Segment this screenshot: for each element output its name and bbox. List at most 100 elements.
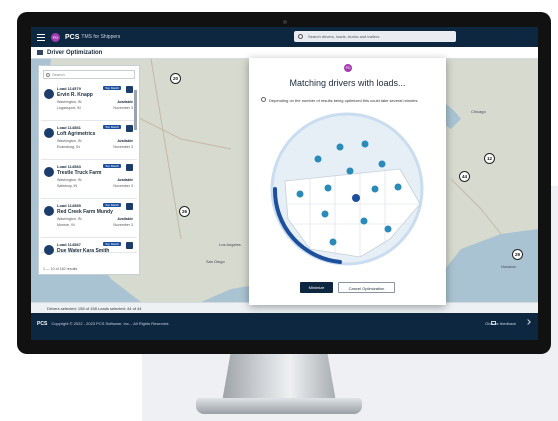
load-card[interactable]: Load 114587 Due Water Kara Smith Top Mat… bbox=[41, 239, 137, 255]
match-badge: Top Match bbox=[103, 125, 121, 129]
minimize-button[interactable]: Minimize bbox=[300, 282, 333, 293]
app-logo: PCS bbox=[65, 33, 80, 41]
load-card[interactable]: Load 114581 Loft Agrimetrics Top Match W… bbox=[41, 122, 137, 160]
modal-title: Matching drivers with loads... bbox=[289, 78, 406, 88]
menu-icon[interactable] bbox=[37, 33, 45, 41]
map-cluster-marker[interactable]: 20 bbox=[170, 73, 181, 84]
location-dot-icon bbox=[394, 183, 402, 191]
truck-hub-icon bbox=[352, 194, 360, 202]
feedback-link[interactable]: Give us feedback bbox=[485, 321, 516, 326]
search-icon bbox=[46, 73, 50, 77]
truck-icon bbox=[37, 50, 43, 55]
origin-text: Washington, IN bbox=[57, 139, 82, 143]
location-dot-icon bbox=[384, 225, 392, 233]
load-origin-row: Washington, IN Available bbox=[57, 100, 137, 104]
map-cluster-marker[interactable]: 44 bbox=[459, 171, 470, 182]
load-origin-row: Washington, IN Available bbox=[57, 139, 137, 143]
destination-text: Logansport, IN bbox=[57, 106, 81, 110]
location-dot-icon bbox=[378, 160, 386, 168]
panel-search-input[interactable]: Search bbox=[43, 70, 135, 79]
load-destination-row: Evansburg, IN November 3 bbox=[57, 145, 137, 149]
availability-text: Available bbox=[117, 178, 133, 182]
truck-avatar-icon bbox=[44, 167, 54, 177]
load-driver-name: Ervin R. Knapp bbox=[57, 92, 93, 98]
truck-avatar-icon bbox=[44, 245, 54, 255]
modal-user-badge: PD bbox=[344, 64, 352, 72]
camera-icon bbox=[283, 20, 287, 24]
monitor-stand-base bbox=[196, 398, 362, 414]
select-checkbox[interactable] bbox=[126, 203, 133, 210]
modal-note: Depending on the number of results being… bbox=[269, 98, 418, 103]
select-checkbox[interactable] bbox=[126, 86, 133, 93]
load-card[interactable]: Load 114583 Trestle Truck Farm Top Match… bbox=[41, 161, 137, 199]
product-name: TMS for Shippers bbox=[81, 34, 121, 40]
load-origin-row: Washington, IN Available bbox=[57, 217, 137, 221]
truck-avatar-icon bbox=[44, 128, 54, 138]
destination-text: Evansburg, IN bbox=[57, 145, 80, 149]
app-screen: PD PCS TMS for Shippers Search drivers, … bbox=[31, 27, 538, 340]
copyright-text: Copyright © 2022 - 2023 PCS Software, In… bbox=[51, 321, 170, 326]
app-footer: PCS Copyright © 2022 - 2023 PCS Software… bbox=[31, 313, 538, 340]
map-label-san-diego: San Diego bbox=[206, 259, 225, 264]
map-cluster-marker[interactable]: 12 bbox=[484, 153, 495, 164]
load-id: Load 114579 bbox=[57, 86, 81, 91]
chevron-up-icon[interactable] bbox=[525, 319, 531, 325]
load-driver-name: Due Water Kara Smith bbox=[57, 248, 110, 254]
map-cluster-marker[interactable]: 26 bbox=[179, 206, 190, 217]
load-card[interactable]: Load 114579 Ervin R. Knapp Top Match Was… bbox=[41, 83, 137, 121]
load-destination-row: Monroe, IN November 3 bbox=[57, 223, 137, 227]
location-dot-icon bbox=[360, 217, 368, 225]
match-badge: Top Match bbox=[103, 86, 121, 90]
copyright-line: PCS Copyright © 2022 - 2023 PCS Software… bbox=[37, 321, 170, 327]
monitor-stand-neck bbox=[222, 350, 336, 402]
truck-avatar-icon bbox=[44, 206, 54, 216]
panel-scrollbar[interactable] bbox=[134, 90, 137, 130]
footer-logo: PCS bbox=[37, 321, 48, 327]
origin-text: Washington, IN bbox=[57, 178, 82, 182]
date-text: November 3 bbox=[113, 145, 133, 149]
pagination-text: 1 — 10 of 182 results bbox=[43, 267, 78, 271]
truck-avatar-icon bbox=[44, 89, 54, 99]
select-checkbox[interactable] bbox=[126, 242, 133, 249]
page-title: Driver Optimization bbox=[47, 49, 103, 56]
load-id: Load 114581 bbox=[57, 125, 81, 130]
origin-text: Washington, IN bbox=[57, 217, 82, 221]
destination-text: Salisbury, IN bbox=[57, 184, 78, 188]
availability-text: Available bbox=[117, 217, 133, 221]
select-checkbox[interactable] bbox=[126, 164, 133, 171]
load-origin-row: Washington, IN Available bbox=[57, 178, 137, 182]
cancel-optimization-button[interactable]: Cancel Optimization bbox=[338, 282, 395, 293]
load-id: Load 114583 bbox=[57, 164, 81, 169]
match-badge: Top Match bbox=[103, 242, 121, 246]
select-checkbox[interactable] bbox=[126, 125, 133, 132]
location-dot-icon bbox=[346, 167, 354, 175]
map-cluster-marker[interactable]: 29 bbox=[512, 249, 523, 260]
load-driver-name: Red Creek Farm Mundy bbox=[57, 209, 113, 215]
match-badge: Top Match bbox=[103, 164, 121, 168]
global-search-input[interactable]: Search drivers, loads, trucks and traile… bbox=[294, 31, 456, 42]
load-destination-row: Logansport, IN November 3 bbox=[57, 106, 137, 110]
availability-text: Available bbox=[117, 100, 133, 104]
map-label-los-angeles: Los Angeles bbox=[219, 242, 241, 247]
location-dot-icon bbox=[324, 184, 332, 192]
optimization-modal: PD Matching drivers with loads... Depend… bbox=[249, 58, 446, 305]
matching-globe-illustration bbox=[270, 112, 424, 266]
global-search-placeholder: Search drivers, loads, trucks and traile… bbox=[308, 34, 380, 39]
location-dot-icon bbox=[314, 155, 322, 163]
map-label-houston: Houston bbox=[501, 264, 516, 269]
search-icon bbox=[298, 34, 303, 39]
date-text: November 3 bbox=[113, 184, 133, 188]
load-destination-row: Salisbury, IN November 3 bbox=[57, 184, 137, 188]
load-id: Load 114585 bbox=[57, 203, 81, 208]
load-id: Load 114587 bbox=[57, 242, 81, 247]
load-card[interactable]: Load 114585 Red Creek Farm Mundy Top Mat… bbox=[41, 200, 137, 238]
user-badge[interactable]: PD bbox=[51, 32, 60, 42]
location-dot-icon bbox=[371, 185, 379, 193]
location-dot-icon bbox=[296, 190, 304, 198]
location-dot-icon bbox=[336, 143, 344, 151]
match-badge: Top Match bbox=[103, 203, 121, 207]
load-driver-name: Trestle Truck Farm bbox=[57, 170, 102, 176]
product-shot: PD PCS TMS for Shippers Search drivers, … bbox=[0, 0, 558, 421]
location-dot-icon bbox=[329, 238, 337, 246]
date-text: November 3 bbox=[113, 106, 133, 110]
